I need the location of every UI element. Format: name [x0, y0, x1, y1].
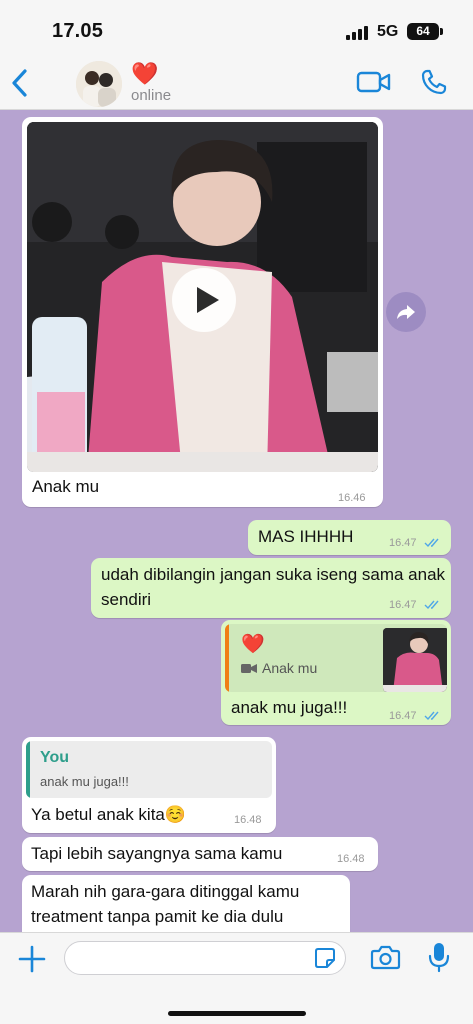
message-time: 16.48: [337, 853, 365, 865]
signal-icon: [346, 26, 370, 40]
avatar[interactable]: [76, 61, 122, 107]
quote-bar: [225, 624, 229, 692]
network-label: 5G: [377, 23, 399, 40]
battery-icon: 64: [407, 23, 439, 40]
message-bubble-incoming[interactable]: Marah nih gara-gara ditinggal kamu treat…: [22, 875, 350, 932]
contact-name[interactable]: ❤️: [131, 61, 158, 87]
chevron-left-icon[interactable]: [10, 68, 30, 98]
chat-header: ❤️ online: [0, 58, 473, 110]
status-time: 17.05: [52, 20, 104, 42]
quote-text: Anak mu: [262, 660, 318, 676]
read-receipt-icon: [424, 600, 439, 610]
message-video-bubble[interactable]: Anak mu 16.46: [22, 117, 383, 507]
read-receipt-icon: [424, 538, 439, 548]
quote-sender: ❤️: [241, 634, 265, 655]
message-bubble-outgoing[interactable]: udah dibilangin jangan suka iseng sama a…: [91, 558, 451, 618]
share-icon: [397, 305, 415, 319]
message-text: Tapi lebih sayangnya sama kamu: [31, 844, 283, 863]
message-input[interactable]: [64, 941, 346, 975]
message-bubble-incoming[interactable]: You anak mu juga!!! Ya betul anak kita☺️…: [22, 737, 276, 833]
quote-sender: You: [40, 749, 70, 766]
play-button[interactable]: [172, 268, 236, 332]
message-time: 16.47: [389, 537, 417, 549]
video-icon: [241, 664, 257, 673]
message-bubble-outgoing[interactable]: ❤️ Anak mu anak mu juga!!! 16.47: [221, 620, 451, 725]
message-time: 16.48: [234, 814, 262, 826]
message-bubble-outgoing[interactable]: MAS IHHHH 16.47: [248, 520, 451, 555]
message-text: Anak mu: [32, 477, 100, 496]
microphone-icon[interactable]: [428, 941, 450, 973]
status-bar: 17.05 5G 64: [0, 0, 473, 58]
video-call-icon[interactable]: [356, 70, 392, 94]
message-bubble-incoming[interactable]: Tapi lebih sayangnya sama kamu 16.48: [22, 837, 378, 871]
reply-thumbnail: [383, 628, 447, 692]
sticker-icon[interactable]: [314, 947, 336, 969]
message-time: 16.46: [338, 492, 366, 504]
read-receipt-icon: [424, 711, 439, 721]
chat-area: Anak mu 16.46 MAS IHHHH 16.47 udah dibil…: [0, 110, 473, 932]
message-time: 16.47: [389, 599, 417, 611]
quote-text: anak mu juga!!!: [40, 774, 129, 789]
message-text: Ya betul anak kita☺️: [31, 805, 187, 824]
camera-icon[interactable]: [370, 944, 401, 971]
message-text: MAS IHHHH: [258, 527, 354, 546]
battery-tip: [440, 28, 443, 35]
home-indicator: [168, 1011, 306, 1016]
contact-status: online: [131, 87, 172, 104]
forward-button[interactable]: [386, 292, 426, 332]
message-text: Marah nih gara-gara ditinggal kamu treat…: [31, 882, 300, 926]
phone-icon[interactable]: [420, 68, 448, 96]
reply-quote[interactable]: ❤️ Anak mu: [225, 624, 447, 692]
plus-icon[interactable]: [18, 945, 46, 973]
message-text: anak mu juga!!!: [231, 698, 348, 717]
reply-quote[interactable]: You anak mu juga!!!: [26, 741, 272, 798]
message-time: 16.47: [389, 710, 417, 722]
quote-bar: [26, 741, 30, 798]
